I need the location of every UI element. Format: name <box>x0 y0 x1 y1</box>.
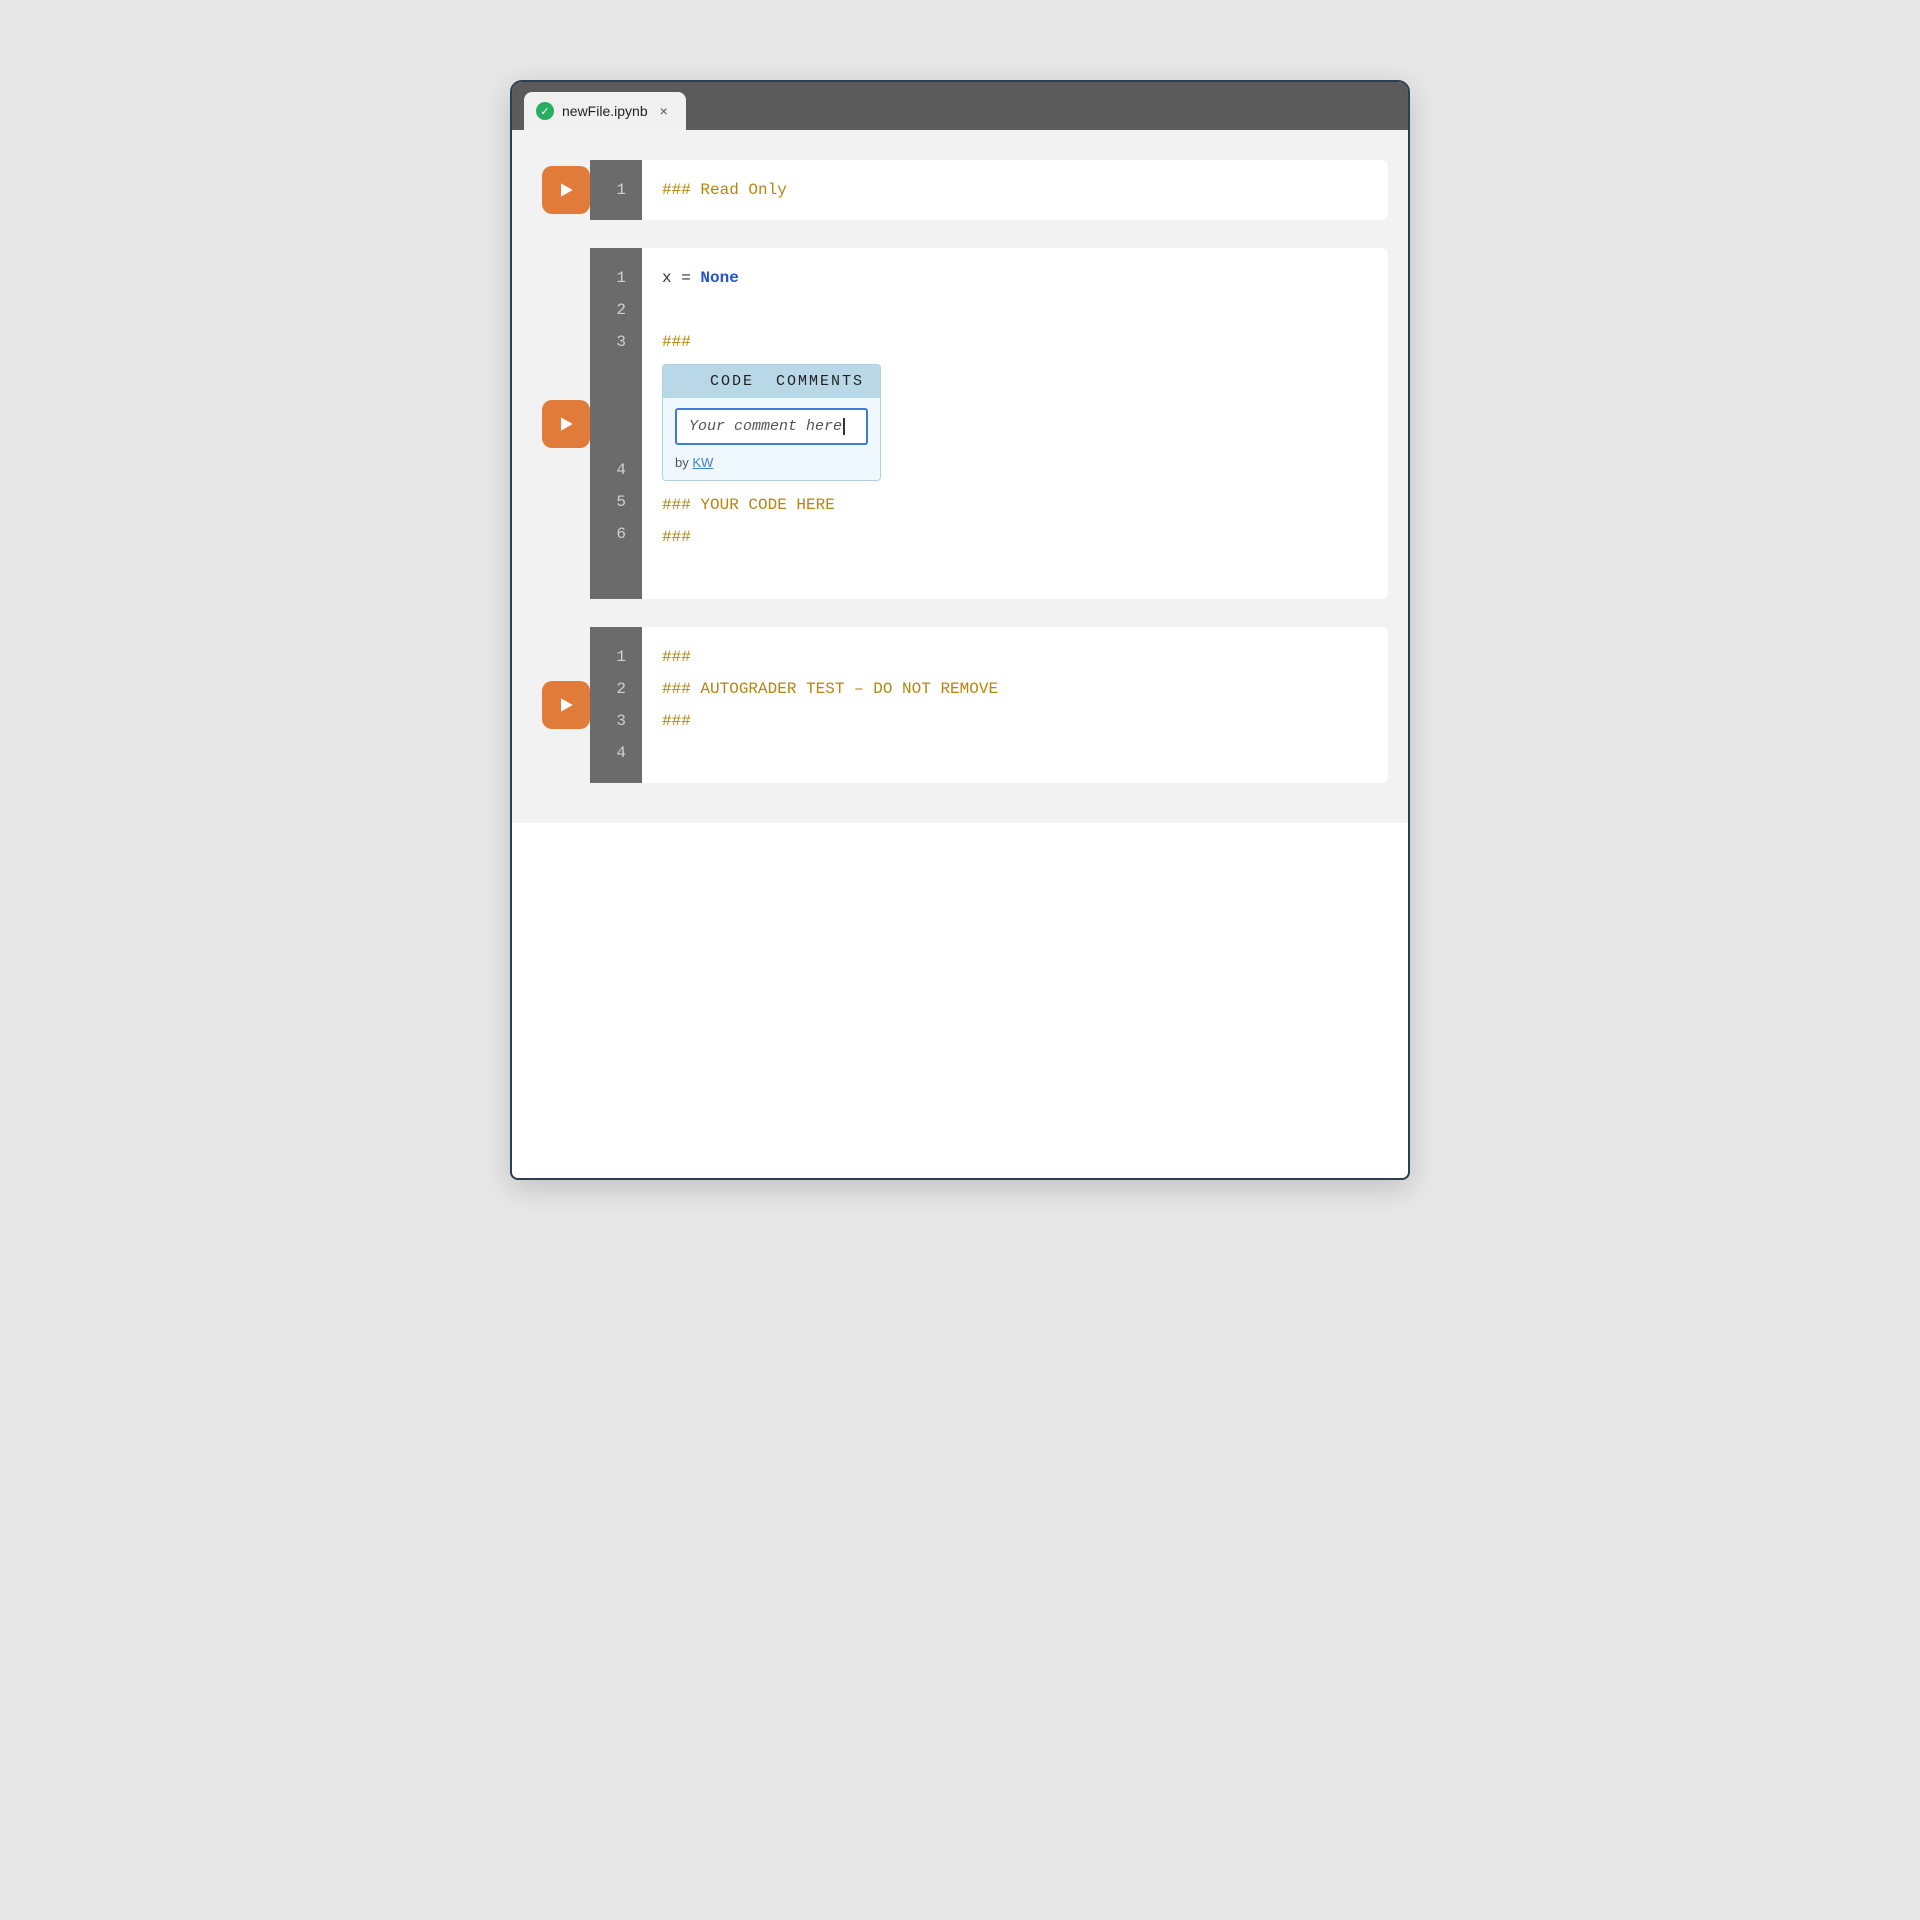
code-line-hash: ### <box>662 326 881 358</box>
line-num-1: 1 <box>616 262 626 294</box>
cell-3-line-numbers: 1 2 3 4 <box>590 627 642 783</box>
comment-input[interactable]: Your comment here <box>675 408 868 445</box>
line-num-7: 4 <box>616 454 626 486</box>
cell-3-code-area: ### ### AUTOGRADER TEST – DO NOT REMOVE … <box>642 627 1018 783</box>
line-num-9: 6 <box>616 518 626 550</box>
run-button-cell2[interactable] <box>542 400 590 448</box>
comment-box-header: CODE COMMENTS <box>663 365 880 398</box>
line-num-c3-4: 4 <box>616 737 626 769</box>
tab-check-icon: ✓ <box>536 102 554 120</box>
cell-2-line-numbers: 1 2 3 4 5 6 <box>590 248 642 599</box>
cell-2-code-area: x = None ### CODE COMMENTS Your comment … <box>642 248 901 599</box>
notebook-tab[interactable]: ✓ newFile.ipynb × <box>524 92 686 130</box>
code-line-ag4 <box>662 737 998 769</box>
cell-2-container: 1 2 3 4 5 6 x = None ### <box>590 248 1388 599</box>
code-line-ag1: ### <box>662 641 998 673</box>
cell-3-row: 1 2 3 4 ### ### AUTOGRADER TEST – DO NOT… <box>512 627 1408 783</box>
run-button-cell3[interactable] <box>542 681 590 729</box>
line-num-c3-2: 2 <box>616 673 626 705</box>
line-num-4 <box>616 358 626 390</box>
comment-box: CODE COMMENTS Your comment here by KW <box>662 364 881 481</box>
cell-1-row: 1 ### Read Only <box>512 160 1408 220</box>
line-num-2: 2 <box>616 294 626 326</box>
tab-bar: ✓ newFile.ipynb × <box>512 82 1408 130</box>
code-line-ag2: ### AUTOGRADER TEST – DO NOT REMOVE <box>662 673 998 705</box>
code-line-your-code: ### YOUR CODE HERE <box>662 489 881 521</box>
code-line-x: x = None <box>662 262 881 294</box>
tab-close-button[interactable]: × <box>660 103 668 119</box>
line-num-c3-3: 3 <box>616 705 626 737</box>
line-num-c3-1: 1 <box>616 641 626 673</box>
line-num: 1 <box>616 174 626 206</box>
cell-1-line-numbers: 1 <box>590 160 642 220</box>
cell-3-container: 1 2 3 4 ### ### AUTOGRADER TEST – DO NOT… <box>590 627 1388 783</box>
cell-1-container: 1 ### Read Only <box>590 160 1388 220</box>
code-line-hash2: ### <box>662 521 881 553</box>
cell-2-row: 1 2 3 4 5 6 x = None ### <box>512 248 1408 599</box>
cell-1-code-area: ### Read Only <box>642 160 807 220</box>
code-line-blank <box>662 294 881 326</box>
comment-by-label: by KW <box>663 451 880 480</box>
line-num-8: 5 <box>616 486 626 518</box>
tab-filename: newFile.ipynb <box>562 103 648 119</box>
line-num-3: 3 <box>616 326 626 358</box>
line-num-5 <box>616 390 626 422</box>
run-button-cell1[interactable] <box>542 166 590 214</box>
code-line: ### Read Only <box>662 174 787 206</box>
notebook-window: ✓ newFile.ipynb × 1 ### Read Only <box>510 80 1410 1180</box>
notebook-body: 1 ### Read Only 1 2 3 <box>512 130 1408 823</box>
code-line-ag3: ### <box>662 705 998 737</box>
comment-user-link[interactable]: KW <box>692 455 713 470</box>
line-num-6 <box>616 422 626 454</box>
code-line-blank2 <box>662 553 881 585</box>
